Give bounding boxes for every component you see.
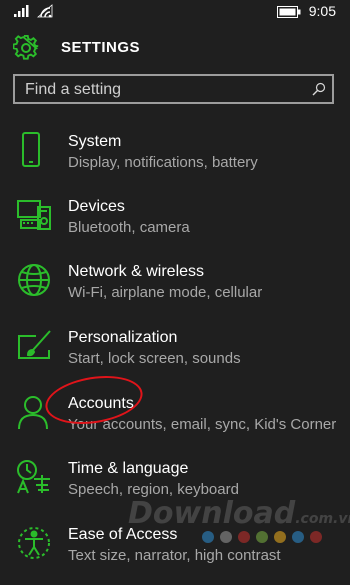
gear-icon <box>13 35 39 60</box>
phone-icon <box>22 132 40 167</box>
search-icon[interactable] <box>312 82 326 96</box>
time-language-icon <box>17 460 50 494</box>
signal-strength-icon <box>14 5 29 17</box>
watermark-suffix: .com.vn <box>295 511 350 527</box>
battery-icon <box>277 6 301 18</box>
settings-item-label: Personalization <box>68 329 178 346</box>
page-title: SETTINGS <box>61 39 141 56</box>
page-header: SETTINGS <box>0 30 350 66</box>
search-input[interactable]: Find a setting <box>13 74 334 104</box>
wifi-icon <box>37 4 53 18</box>
watermark-dot <box>220 531 232 543</box>
settings-item-network[interactable]: Network & wireless Wi-Fi, airplane mode,… <box>0 262 350 322</box>
watermark: Download.com.vn <box>128 496 350 531</box>
search-placeholder: Find a setting <box>25 81 122 98</box>
settings-item-devices[interactable]: Devices Bluetooth, camera <box>0 197 350 257</box>
globe-icon <box>18 264 50 296</box>
settings-item-label: Time & language <box>68 460 189 477</box>
watermark-dot <box>274 531 286 543</box>
watermark-dots <box>202 530 328 543</box>
settings-item-description: Bluetooth, camera <box>68 219 190 236</box>
settings-item-description: Text size, narrator, high contrast <box>68 547 281 564</box>
settings-item-personalization[interactable]: Personalization Start, lock screen, soun… <box>0 328 350 388</box>
settings-item-description: Start, lock screen, sounds <box>68 350 241 367</box>
watermark-dot <box>310 531 322 543</box>
watermark-text: Download <box>128 496 296 531</box>
personalization-icon <box>18 330 51 359</box>
watermark-dot <box>292 531 304 543</box>
settings-item-label: Devices <box>68 198 125 215</box>
status-bar: 9:05 <box>0 0 350 24</box>
settings-item-system[interactable]: System Display, notifications, battery <box>0 132 350 192</box>
devices-icon <box>17 200 51 230</box>
ease-of-access-icon <box>18 527 50 559</box>
watermark-dot <box>256 531 268 543</box>
watermark-dot <box>238 531 250 543</box>
settings-item-description: Wi-Fi, airplane mode, cellular <box>68 284 263 301</box>
settings-item-label: Network & wireless <box>68 263 205 280</box>
settings-item-description: Display, notifications, battery <box>68 154 258 171</box>
settings-item-label: System <box>68 133 122 150</box>
status-time: 9:05 <box>308 3 336 19</box>
watermark-dot <box>202 531 214 543</box>
